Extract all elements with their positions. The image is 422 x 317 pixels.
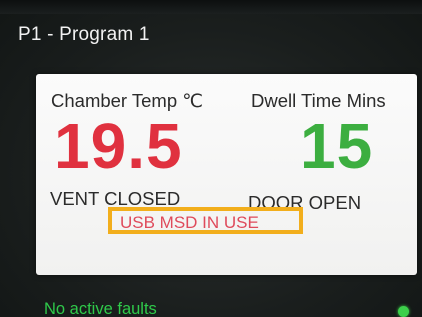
program-title: P1 - Program 1 bbox=[18, 24, 150, 45]
status-panel: Chamber Temp ℃ Dwell Time Mins 19.5 15 V… bbox=[36, 74, 417, 275]
dwell-time-label: Dwell Time Mins bbox=[251, 90, 386, 111]
chamber-temp-value: 19.5 bbox=[54, 110, 183, 182]
faults-status: No active faults bbox=[44, 300, 157, 317]
usb-status-highlight: USB MSD IN USE bbox=[108, 207, 303, 234]
controller-screen: P1 - Program 1 Chamber Temp ℃ Dwell Time… bbox=[0, 0, 422, 317]
dwell-time-value: 15 bbox=[300, 110, 374, 182]
usb-status: USB MSD IN USE bbox=[120, 213, 259, 232]
status-dot-icon bbox=[398, 306, 409, 317]
chamber-temp-label: Chamber Temp ℃ bbox=[51, 90, 204, 111]
screen-bezel bbox=[0, 0, 422, 14]
